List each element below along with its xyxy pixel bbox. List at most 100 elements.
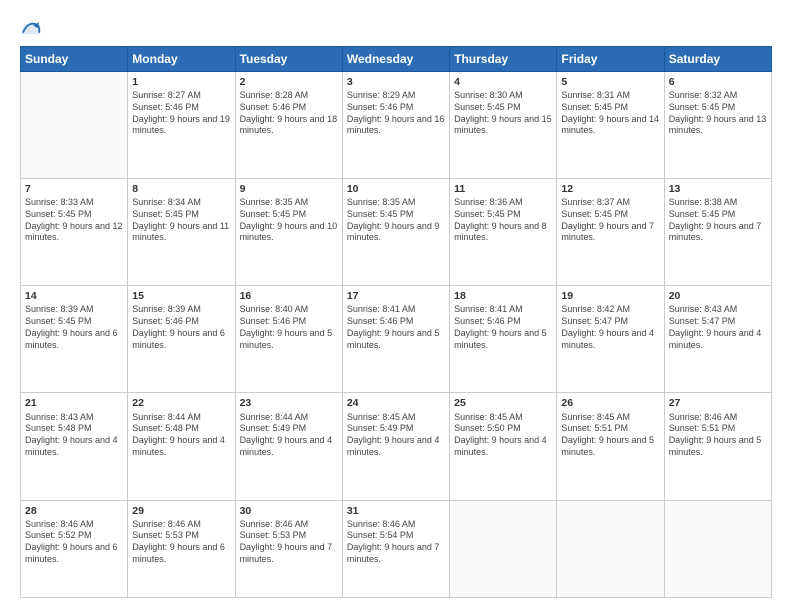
day-number: 1 xyxy=(132,75,230,89)
day-info: Sunrise: 8:46 AMSunset: 5:51 PMDaylight:… xyxy=(669,412,767,459)
day-number: 10 xyxy=(347,182,445,196)
day-info: Sunrise: 8:31 AMSunset: 5:45 PMDaylight:… xyxy=(561,90,659,137)
day-info: Sunrise: 8:45 AMSunset: 5:50 PMDaylight:… xyxy=(454,412,552,459)
day-info: Sunrise: 8:45 AMSunset: 5:49 PMDaylight:… xyxy=(347,412,445,459)
day-info: Sunrise: 8:43 AMSunset: 5:48 PMDaylight:… xyxy=(25,412,123,459)
calendar-week-0: 1Sunrise: 8:27 AMSunset: 5:46 PMDaylight… xyxy=(21,72,772,179)
calendar-cell: 18Sunrise: 8:41 AMSunset: 5:46 PMDayligh… xyxy=(450,286,557,393)
day-info: Sunrise: 8:28 AMSunset: 5:46 PMDaylight:… xyxy=(240,90,338,137)
day-number: 24 xyxy=(347,396,445,410)
day-number: 21 xyxy=(25,396,123,410)
day-info: Sunrise: 8:30 AMSunset: 5:45 PMDaylight:… xyxy=(454,90,552,137)
calendar-cell: 14Sunrise: 8:39 AMSunset: 5:45 PMDayligh… xyxy=(21,286,128,393)
header-day-saturday: Saturday xyxy=(664,47,771,72)
day-number: 18 xyxy=(454,289,552,303)
day-number: 30 xyxy=(240,504,338,518)
day-number: 6 xyxy=(669,75,767,89)
day-number: 28 xyxy=(25,504,123,518)
day-number: 3 xyxy=(347,75,445,89)
calendar-cell: 8Sunrise: 8:34 AMSunset: 5:45 PMDaylight… xyxy=(128,179,235,286)
day-info: Sunrise: 8:35 AMSunset: 5:45 PMDaylight:… xyxy=(347,197,445,244)
day-info: Sunrise: 8:37 AMSunset: 5:45 PMDaylight:… xyxy=(561,197,659,244)
day-number: 2 xyxy=(240,75,338,89)
calendar-cell: 6Sunrise: 8:32 AMSunset: 5:45 PMDaylight… xyxy=(664,72,771,179)
calendar-cell: 25 Sunrise: 8:45 AMSunset: 5:50 PMDayligh… xyxy=(450,393,557,500)
calendar-cell: 15Sunrise: 8:39 AMSunset: 5:46 PMDayligh… xyxy=(128,286,235,393)
day-number: 15 xyxy=(132,289,230,303)
day-info: Sunrise: 8:45 AMSunset: 5:51 PMDaylight:… xyxy=(561,412,659,459)
calendar-cell: 5Sunrise: 8:31 AMSunset: 5:45 PMDaylight… xyxy=(557,72,664,179)
day-info: Sunrise: 8:42 AMSunset: 5:47 PMDaylight:… xyxy=(561,304,659,351)
calendar-week-4: 28Sunrise: 8:46 AMSunset: 5:52 PMDayligh… xyxy=(21,500,772,597)
calendar-cell: 22Sunrise: 8:44 AMSunset: 5:48 PMDayligh… xyxy=(128,393,235,500)
calendar-cell: 29Sunrise: 8:46 AMSunset: 5:53 PMDayligh… xyxy=(128,500,235,597)
day-number: 5 xyxy=(561,75,659,89)
day-number: 20 xyxy=(669,289,767,303)
logo xyxy=(20,18,46,40)
day-info: Sunrise: 8:39 AMSunset: 5:46 PMDaylight:… xyxy=(132,304,230,351)
day-info: Sunrise: 8:32 AMSunset: 5:45 PMDaylight:… xyxy=(669,90,767,137)
day-info: Sunrise: 8:33 AMSunset: 5:45 PMDaylight:… xyxy=(25,197,123,244)
calendar-week-2: 14Sunrise: 8:39 AMSunset: 5:45 PMDayligh… xyxy=(21,286,772,393)
calendar-cell: 27 Sunrise: 8:46 AMSunset: 5:51 PMDayligh… xyxy=(664,393,771,500)
header-day-wednesday: Wednesday xyxy=(342,47,449,72)
day-number: 26 xyxy=(561,396,659,410)
calendar-cell: 13Sunrise: 8:38 AMSunset: 5:45 PMDayligh… xyxy=(664,179,771,286)
calendar-cell: 4Sunrise: 8:30 AMSunset: 5:45 PMDaylight… xyxy=(450,72,557,179)
calendar-week-3: 21 Sunrise: 8:43 AMSunset: 5:48 PMDayligh… xyxy=(21,393,772,500)
day-info: Sunrise: 8:46 AMSunset: 5:52 PMDaylight:… xyxy=(25,519,123,566)
day-number: 11 xyxy=(454,182,552,196)
calendar-table: SundayMondayTuesdayWednesdayThursdayFrid… xyxy=(20,46,772,598)
calendar-cell xyxy=(450,500,557,597)
calendar-week-1: 7Sunrise: 8:33 AMSunset: 5:45 PMDaylight… xyxy=(21,179,772,286)
calendar-cell: 12Sunrise: 8:37 AMSunset: 5:45 PMDayligh… xyxy=(557,179,664,286)
day-info: Sunrise: 8:46 AMSunset: 5:53 PMDaylight:… xyxy=(240,519,338,566)
day-info: Sunrise: 8:39 AMSunset: 5:45 PMDaylight:… xyxy=(25,304,123,351)
day-number: 19 xyxy=(561,289,659,303)
day-number: 23 xyxy=(240,396,338,410)
page: SundayMondayTuesdayWednesdayThursdayFrid… xyxy=(0,0,792,612)
day-info: Sunrise: 8:35 AMSunset: 5:45 PMDaylight:… xyxy=(240,197,338,244)
calendar-cell: 26 Sunrise: 8:45 AMSunset: 5:51 PMDayligh… xyxy=(557,393,664,500)
calendar-cell xyxy=(557,500,664,597)
calendar-cell: 19Sunrise: 8:42 AMSunset: 5:47 PMDayligh… xyxy=(557,286,664,393)
day-number: 17 xyxy=(347,289,445,303)
calendar-cell: 31Sunrise: 8:46 AMSunset: 5:54 PMDayligh… xyxy=(342,500,449,597)
calendar-cell: 16Sunrise: 8:40 AMSunset: 5:46 PMDayligh… xyxy=(235,286,342,393)
calendar-cell: 23Sunrise: 8:44 AMSunset: 5:49 PMDayligh… xyxy=(235,393,342,500)
day-number: 27 xyxy=(669,396,767,410)
calendar-cell xyxy=(664,500,771,597)
day-number: 31 xyxy=(347,504,445,518)
day-number: 25 xyxy=(454,396,552,410)
calendar-cell: 11Sunrise: 8:36 AMSunset: 5:45 PMDayligh… xyxy=(450,179,557,286)
calendar-cell: 20Sunrise: 8:43 AMSunset: 5:47 PMDayligh… xyxy=(664,286,771,393)
day-info: Sunrise: 8:43 AMSunset: 5:47 PMDaylight:… xyxy=(669,304,767,351)
day-number: 12 xyxy=(561,182,659,196)
day-number: 4 xyxy=(454,75,552,89)
calendar-cell: 30Sunrise: 8:46 AMSunset: 5:53 PMDayligh… xyxy=(235,500,342,597)
day-info: Sunrise: 8:41 AMSunset: 5:46 PMDaylight:… xyxy=(454,304,552,351)
calendar-cell: 2Sunrise: 8:28 AMSunset: 5:46 PMDaylight… xyxy=(235,72,342,179)
day-info: Sunrise: 8:29 AMSunset: 5:46 PMDaylight:… xyxy=(347,90,445,137)
day-number: 8 xyxy=(132,182,230,196)
calendar-cell: 21 Sunrise: 8:43 AMSunset: 5:48 PMDayligh… xyxy=(21,393,128,500)
day-info: Sunrise: 8:38 AMSunset: 5:45 PMDaylight:… xyxy=(669,197,767,244)
day-number: 9 xyxy=(240,182,338,196)
calendar-cell: 1Sunrise: 8:27 AMSunset: 5:46 PMDaylight… xyxy=(128,72,235,179)
day-info: Sunrise: 8:40 AMSunset: 5:46 PMDaylight:… xyxy=(240,304,338,351)
day-info: Sunrise: 8:36 AMSunset: 5:45 PMDaylight:… xyxy=(454,197,552,244)
day-info: Sunrise: 8:46 AMSunset: 5:54 PMDaylight:… xyxy=(347,519,445,566)
calendar-cell: 7Sunrise: 8:33 AMSunset: 5:45 PMDaylight… xyxy=(21,179,128,286)
calendar-cell xyxy=(21,72,128,179)
header-day-thursday: Thursday xyxy=(450,47,557,72)
day-number: 14 xyxy=(25,289,123,303)
header-day-sunday: Sunday xyxy=(21,47,128,72)
calendar-cell: 3Sunrise: 8:29 AMSunset: 5:46 PMDaylight… xyxy=(342,72,449,179)
day-info: Sunrise: 8:46 AMSunset: 5:53 PMDaylight:… xyxy=(132,519,230,566)
day-info: Sunrise: 8:41 AMSunset: 5:46 PMDaylight:… xyxy=(347,304,445,351)
header-day-monday: Monday xyxy=(128,47,235,72)
calendar-cell: 24 Sunrise: 8:45 AMSunset: 5:49 PMDayligh… xyxy=(342,393,449,500)
day-info: Sunrise: 8:34 AMSunset: 5:45 PMDaylight:… xyxy=(132,197,230,244)
day-info: Sunrise: 8:44 AMSunset: 5:48 PMDaylight:… xyxy=(132,412,230,459)
calendar-header-row: SundayMondayTuesdayWednesdayThursdayFrid… xyxy=(21,47,772,72)
